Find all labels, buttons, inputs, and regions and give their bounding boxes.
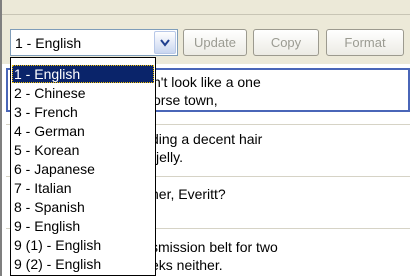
language-select[interactable]: 1 - English — [10, 29, 178, 56]
list-item-text: her, Everitt? — [151, 186, 226, 202]
toolbar-divider — [2, 14, 410, 15]
language-option[interactable]: 3 - French — [12, 103, 154, 121]
toolbar: 1 - English Update Copy Format — [2, 0, 410, 64]
format-button[interactable]: Format — [326, 29, 404, 56]
list-item-text: eks neither. — [151, 257, 223, 273]
language-dropdown-list: 1 - English 2 - Chinese 3 - French 4 - G… — [10, 57, 156, 276]
subtitle-editor-window: 1 - English Update Copy Format n't look … — [0, 0, 410, 276]
language-option[interactable]: 1 - English — [12, 65, 154, 83]
language-option[interactable]: 5 - Korean — [12, 141, 154, 159]
list-item-text: orse town, — [153, 92, 218, 108]
chevron-down-icon[interactable] — [154, 31, 176, 54]
list-item-text: n't look like a one — [153, 74, 261, 90]
list-item-text: ding a decent hair — [151, 131, 263, 147]
language-option[interactable]: 8 - Spanish — [12, 198, 154, 216]
language-option[interactable]: 4 - German — [12, 122, 154, 140]
language-option[interactable]: 7 - Italian — [12, 179, 154, 197]
copy-button[interactable]: Copy — [253, 29, 319, 56]
update-button[interactable]: Update — [183, 29, 247, 56]
language-option[interactable]: 6 - Japanese — [12, 160, 154, 178]
language-select-value: 1 - English — [15, 35, 82, 51]
language-option[interactable]: 9 (1) - English — [12, 236, 154, 254]
list-item-text: smission belt for two — [151, 239, 278, 255]
language-option[interactable]: 9 (2) - English — [12, 255, 154, 273]
list-item-text: jelly. — [156, 149, 183, 165]
language-option[interactable]: 2 - Chinese — [12, 84, 154, 102]
language-option[interactable]: 9 - English — [12, 217, 154, 235]
